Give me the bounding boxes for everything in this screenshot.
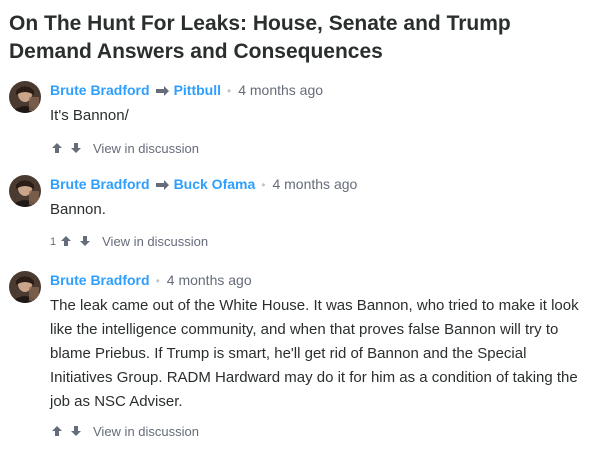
separator-dot: •: [261, 178, 266, 192]
author-link[interactable]: Brute Bradford: [50, 82, 150, 98]
timestamp-link[interactable]: 4 months ago: [167, 272, 252, 288]
timestamp-link[interactable]: 4 months ago: [272, 176, 357, 192]
reply-arrow-icon: [155, 86, 169, 96]
reply-to-link[interactable]: Pittbull: [174, 82, 221, 98]
avatar[interactable]: [9, 271, 41, 303]
upvote-arrow-icon[interactable]: [50, 141, 64, 155]
thread-title[interactable]: On The Hunt For Leaks: House, Senate and…: [9, 10, 594, 66]
comment-header: Brute Bradford • 4 months ago: [50, 271, 590, 290]
avatar[interactable]: [9, 81, 41, 113]
downvote-arrow-icon[interactable]: [78, 234, 92, 248]
author-link[interactable]: Brute Bradford: [50, 272, 150, 288]
reply-arrow-icon: [155, 180, 169, 190]
vote-count: 1: [50, 236, 57, 248]
comment-body: Brute Bradford • 4 months ago The leak cam…: [50, 271, 590, 440]
downvote-arrow-icon[interactable]: [69, 141, 83, 155]
comment-header: Brute Bradford Buck Ofama • 4 months ago: [50, 175, 590, 194]
comment-footer: View in discussion: [50, 424, 590, 440]
comment-header: Brute Bradford Pittbull • 4 months ago: [50, 81, 590, 100]
downvote-arrow-icon[interactable]: [69, 424, 83, 438]
reply-to-link[interactable]: Buck Ofama: [174, 176, 256, 192]
comment-body: Brute Bradford Buck Ofama • 4 months ago Ba…: [50, 175, 590, 250]
comment-body: Brute Bradford Pittbull • 4 months ago It's…: [50, 81, 590, 157]
separator-dot: •: [155, 274, 160, 288]
upvote-arrow-icon[interactable]: [50, 424, 64, 438]
view-in-discussion-link[interactable]: View in discussion: [93, 141, 199, 156]
comment-message: Bannon.: [50, 201, 106, 218]
upvote-arrow-icon[interactable]: [59, 234, 73, 248]
comment-message: It's Bannon/: [50, 107, 129, 124]
comment-footer: View in discussion: [50, 141, 590, 157]
separator-dot: •: [227, 84, 232, 98]
timestamp-link[interactable]: 4 months ago: [238, 82, 323, 98]
view-in-discussion-link[interactable]: View in discussion: [93, 424, 199, 439]
comment-message: The leak came out of the White House. It…: [50, 297, 579, 410]
view-in-discussion-link[interactable]: View in discussion: [102, 234, 208, 249]
comment-footer: 1 View in discussion: [50, 234, 590, 250]
avatar[interactable]: [9, 175, 41, 207]
author-link[interactable]: Brute Bradford: [50, 176, 150, 192]
